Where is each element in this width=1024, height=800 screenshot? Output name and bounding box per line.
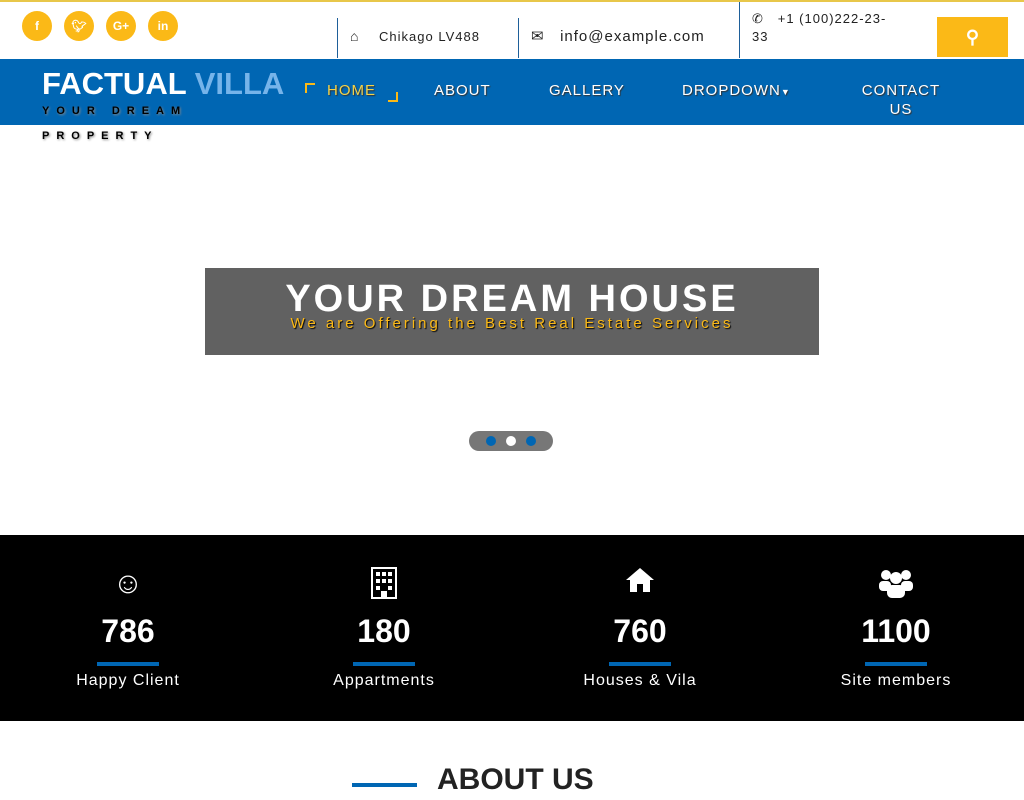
smiley-icon: ☺ xyxy=(112,567,144,600)
stat-item: 1100 Site members xyxy=(768,535,1024,721)
address-info: ⌂ Chikago LV488 xyxy=(337,18,519,58)
stat-item: 760 Houses & Vila xyxy=(512,535,768,721)
about-heading: ABOUT US xyxy=(437,763,594,796)
nav-gallery[interactable]: GALLERY xyxy=(549,82,625,99)
envelope-icon: ✉ xyxy=(531,28,545,45)
twitter-icon[interactable]: 🐦︎ xyxy=(64,11,94,41)
hero-title: YOUR DREAM HOUSE xyxy=(285,278,739,320)
slide-dot-3[interactable] xyxy=(526,436,536,446)
nav-contact[interactable]: CONTACT US xyxy=(858,81,944,119)
nav-dropdown[interactable]: DROPDOWN▼ xyxy=(682,82,791,99)
facebook-icon[interactable]: f xyxy=(22,11,52,41)
home-icon: ⌂ xyxy=(350,28,360,44)
search-button[interactable]: ⚲ xyxy=(937,17,1008,57)
users-icon xyxy=(768,567,1024,603)
tagline: YOUR DREAM xyxy=(42,105,188,117)
nav-about[interactable]: ABOUT xyxy=(434,82,491,99)
phone-info[interactable]: ✆ +1 (100)222-23-33 xyxy=(739,2,889,58)
corner-decoration xyxy=(388,92,398,102)
slide-dot-1[interactable] xyxy=(486,436,496,446)
caret-down-icon: ▼ xyxy=(780,87,791,97)
building-icon xyxy=(256,567,512,603)
email-info[interactable]: ✉ info@example.com xyxy=(518,18,740,58)
stat-item: 180 Appartments xyxy=(256,535,512,721)
linkedin-icon[interactable]: in xyxy=(148,11,178,41)
slide-dot-2[interactable] xyxy=(506,436,516,446)
phone-icon: ✆ xyxy=(752,11,764,26)
home-icon xyxy=(512,567,768,603)
search-icon: ⚲ xyxy=(965,26,980,47)
logo[interactable]: FACTUAL VILLA xyxy=(42,66,284,102)
carousel-indicators xyxy=(469,431,553,451)
corner-decoration xyxy=(305,83,315,93)
stat-item: ☺ 786 Happy Client xyxy=(0,535,256,721)
hero-subtitle: We are Offering the Best Real Estate Ser… xyxy=(290,315,734,332)
nav-home[interactable]: HOME xyxy=(327,82,376,99)
hero-banner: YOUR DREAM HOUSE We are Offering the Bes… xyxy=(205,268,819,355)
heading-line xyxy=(352,783,417,787)
tagline: PROPERTY xyxy=(42,130,159,142)
google-plus-icon[interactable]: G+ xyxy=(106,11,136,41)
stats-section: ☺ 786 Happy Client 180 Appartments 760 House… xyxy=(0,535,1024,721)
